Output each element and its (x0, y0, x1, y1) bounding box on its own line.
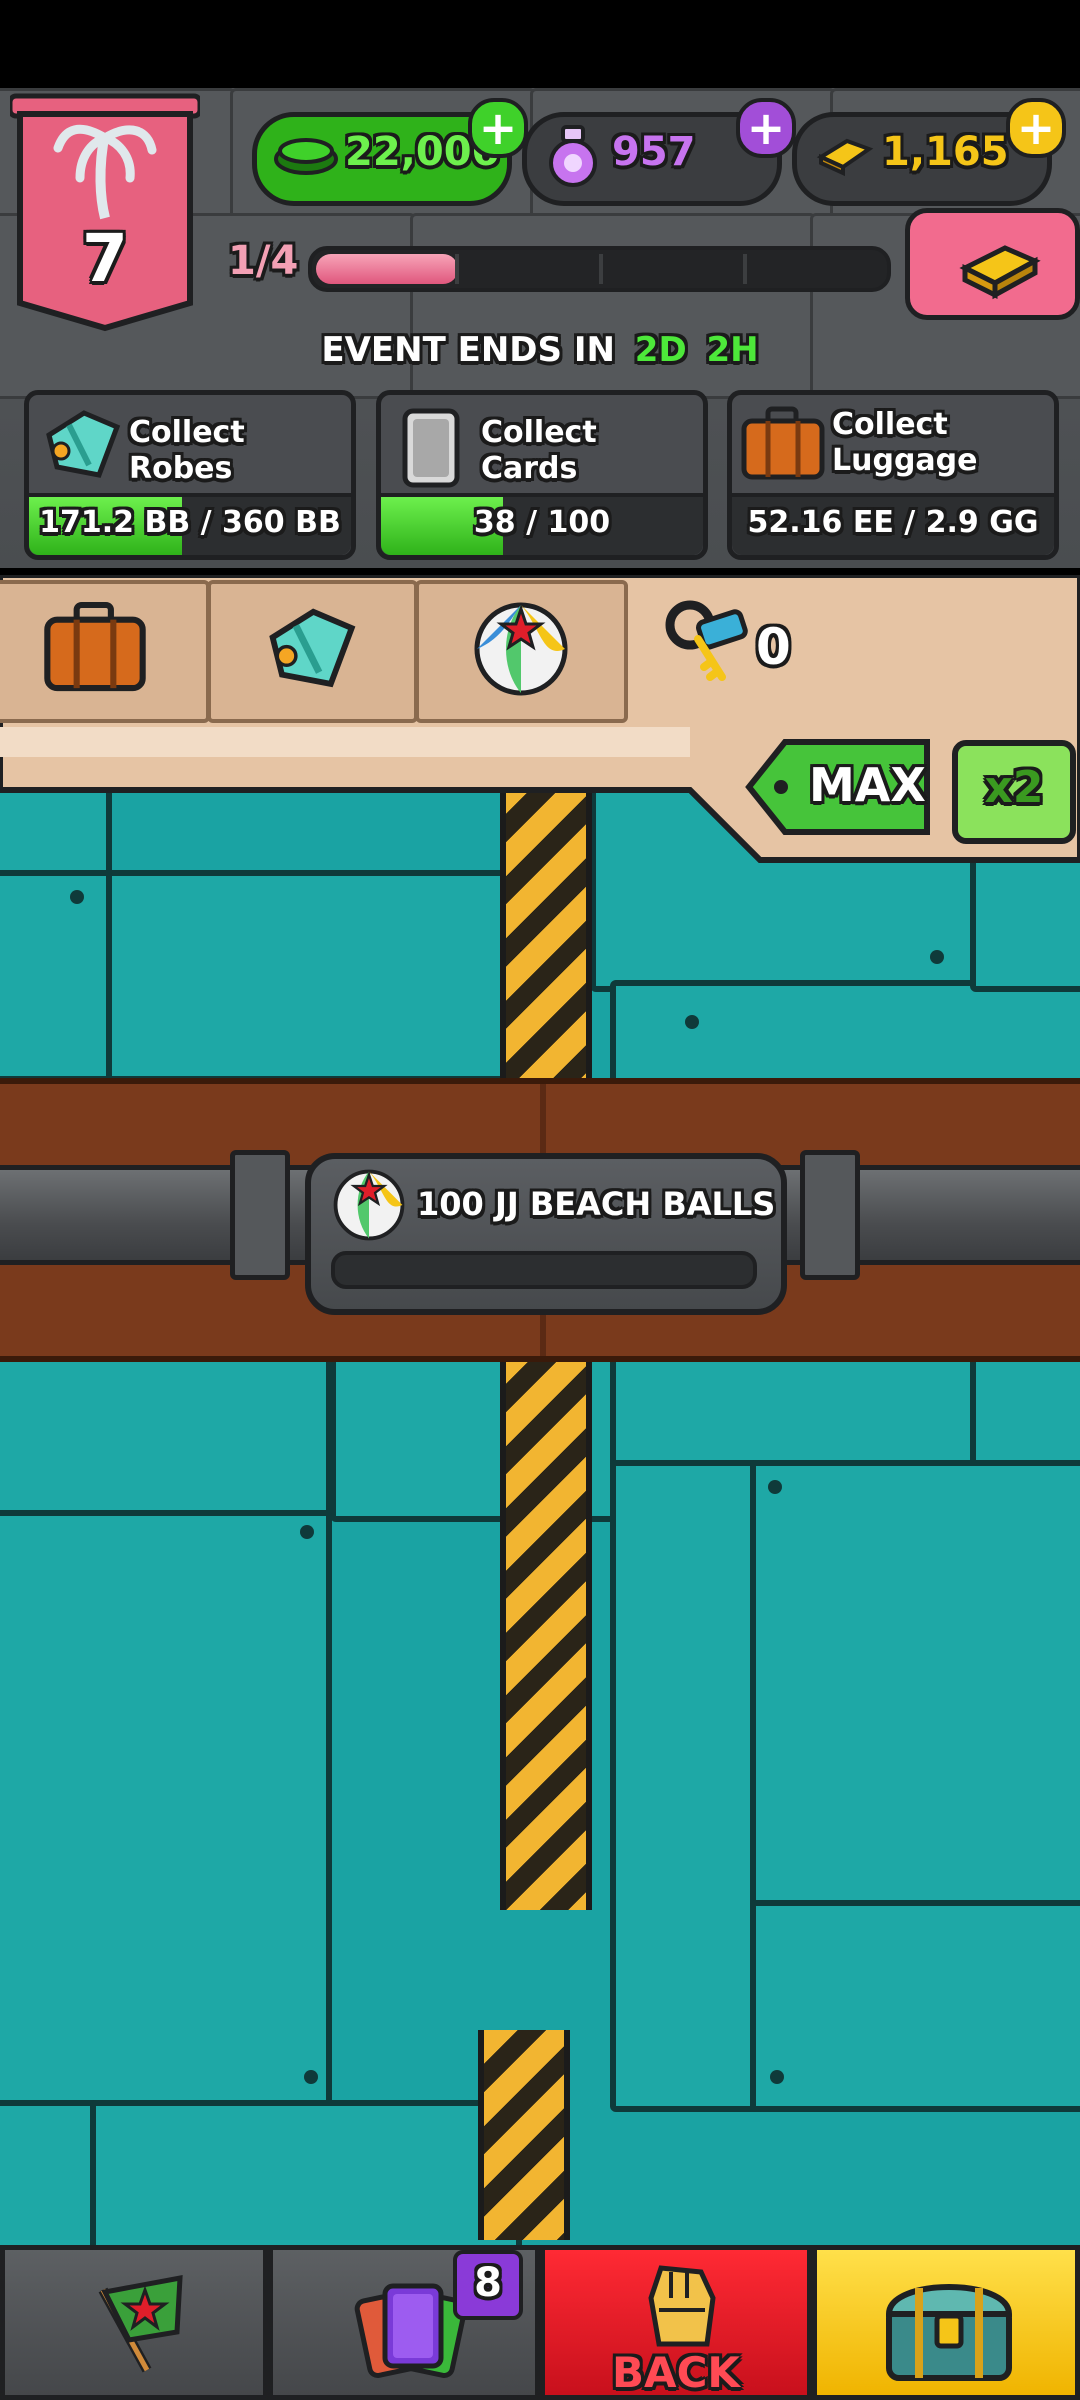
task-progress-text: 52.16 EE / 2.9 GG (747, 505, 1039, 540)
shelf-slot-luggage[interactable] (0, 580, 210, 723)
luggage-icon (44, 601, 146, 692)
pipe-clamp-left (230, 1150, 290, 1280)
task-progress-bar: 52.16 EE / 2.9 GG (732, 493, 1054, 555)
beach-ball-icon (474, 602, 568, 696)
task-progress-text: 171.2 BB / 360 BB (39, 505, 341, 540)
task-label: Collect Robes (129, 415, 245, 486)
robe-icon (269, 608, 356, 688)
event-timer: EVENT ENDS IN 2D 2H (0, 330, 1080, 370)
add-cash-button[interactable]: + (468, 98, 528, 158)
gate-progress-bar (331, 1251, 757, 1289)
level-progress-text: 1/4 (228, 238, 299, 284)
task-label-line1: Collect (832, 407, 948, 442)
card-icon (402, 408, 460, 488)
task-collect-robes[interactable]: Collect Robes 171.2 BB / 360 BB (24, 390, 356, 560)
gate-requirement: 100 JJ BEACH BALLS (305, 1153, 787, 1315)
gate-label: 100 JJ BEACH BALLS (417, 1185, 776, 1223)
shelf-slot-beach-ball[interactable] (415, 580, 628, 723)
add-potion-button[interactable]: + (736, 98, 796, 158)
flag-icon (98, 2274, 183, 2373)
gold-value: 1,165 (882, 129, 1009, 175)
pipe-clamp-right (800, 1150, 860, 1280)
event-timer-hours: 2H (706, 330, 759, 370)
task-label: Collect Cards (481, 415, 597, 486)
max-label: MAX (809, 758, 926, 812)
back-label: BACK (612, 2348, 740, 2397)
cash-stack-icon (274, 138, 338, 175)
task-progress-text: 38 / 100 (473, 505, 611, 540)
nav-chest-button[interactable] (812, 2245, 1080, 2400)
play-area (0, 780, 1080, 2245)
keys-count: 0 (756, 618, 791, 676)
fist-icon (648, 2265, 716, 2347)
x2-label: x2 (984, 762, 1044, 813)
task-label: Collect Luggage (832, 407, 978, 479)
shelf-slot-robe[interactable] (207, 580, 418, 723)
add-gold-button[interactable]: + (1006, 98, 1066, 158)
nav-back-button[interactable]: BACK (540, 2245, 812, 2400)
task-label-line2: Luggage (832, 443, 978, 478)
event-timer-days: 2D (634, 330, 687, 370)
treasure-chest-icon (885, 2284, 1013, 2381)
level-progress-bar (308, 246, 891, 292)
striped-pole-segment (478, 2030, 570, 2240)
status-bar (0, 0, 1080, 88)
gold-bar-icon (816, 138, 874, 177)
task-collect-cards[interactable]: Collect Cards 38 / 100 (376, 390, 708, 560)
task-progress-bar: 171.2 BB / 360 BB (29, 493, 351, 555)
task-collect-luggage[interactable]: Collect Luggage 52.16 EE / 2.9 GG (727, 390, 1059, 560)
nav-cards-button[interactable]: 8 (268, 2245, 540, 2400)
keys-icon (665, 600, 748, 681)
level-number: 7 (82, 220, 128, 297)
max-button[interactable]: MAX (745, 738, 935, 836)
gold-bar-icon (959, 245, 1041, 300)
robe-icon (46, 410, 121, 478)
task-progress-bar: 38 / 100 (381, 493, 703, 555)
nav-flag-button[interactable] (0, 2245, 268, 2400)
reward-button[interactable] (905, 208, 1080, 320)
beach-ball-icon (333, 1169, 405, 1241)
striped-pole-lower (500, 1350, 592, 1910)
luggage-icon (741, 406, 825, 480)
event-timer-prefix: EVENT ENDS IN (321, 330, 615, 370)
level-progress-fill (316, 254, 458, 284)
x2-multiplier-button[interactable]: x2 (952, 740, 1076, 844)
potion-value: 957 (612, 129, 696, 175)
potion-icon (549, 125, 597, 187)
cards-badge: 8 (453, 2250, 523, 2320)
